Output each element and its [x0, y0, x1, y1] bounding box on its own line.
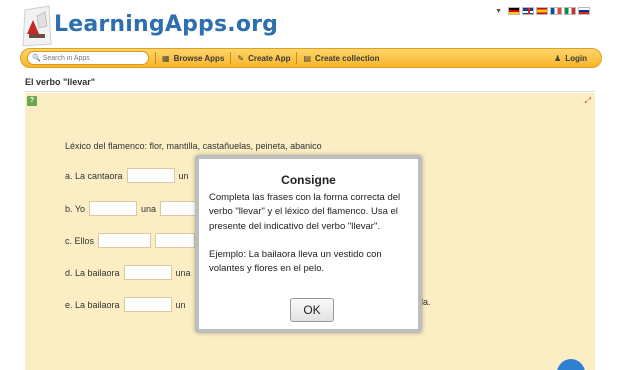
- row-after: un: [178, 170, 189, 181]
- nav-divider: [230, 52, 232, 64]
- row-label: e. La bailaora: [65, 299, 120, 310]
- search-box[interactable]: 🔍: [27, 51, 149, 65]
- grid-icon: ▦: [162, 53, 170, 63]
- vocabulary-text: Léxico del flamenco: flor, mantilla, cas…: [65, 141, 322, 151]
- search-icon: 🔍: [32, 55, 41, 62]
- browse-apps-link[interactable]: ▦ Browse Apps: [162, 54, 224, 63]
- title-divider: [25, 91, 595, 92]
- login-link[interactable]: ♟ Login: [554, 54, 587, 63]
- answer-field[interactable]: [123, 297, 172, 312]
- answer-field[interactable]: [98, 233, 152, 248]
- answer-field[interactable]: [123, 265, 172, 280]
- user-icon: ♟: [554, 53, 562, 63]
- dropdown-arrow-icon[interactable]: ▼: [495, 8, 502, 15]
- exercise-row: d. La bailaora una: [65, 265, 191, 280]
- nav-divider: [296, 52, 298, 64]
- exercise-row: a. La cantaora un: [65, 168, 189, 183]
- flag-italian-icon[interactable]: [564, 7, 576, 15]
- page-title: El verbo "llevar": [25, 77, 96, 87]
- create-app-label: Create App: [248, 53, 291, 63]
- collection-icon: ▤: [303, 53, 312, 63]
- flag-russian-icon[interactable]: [578, 7, 590, 15]
- header: LearningApps.org ▼: [0, 0, 620, 48]
- flag-german-icon[interactable]: [508, 7, 520, 15]
- exercise-row: c. Ellos: [65, 233, 199, 248]
- row-after: un: [175, 299, 186, 310]
- row-label: d. La bailaora: [65, 267, 120, 278]
- row-label: c. Ellos: [65, 235, 95, 246]
- flag-english-icon[interactable]: [522, 7, 534, 15]
- ok-button[interactable]: OK: [290, 298, 334, 322]
- pencil-icon: ✎: [237, 53, 245, 63]
- help-icon[interactable]: ?: [27, 96, 37, 106]
- logo-text[interactable]: LearningApps.org: [54, 12, 278, 37]
- login-label: Login: [565, 53, 587, 63]
- dialog-body: Completa las frases con la forma correct…: [209, 191, 414, 276]
- exercise-row: e. La bailaora un: [65, 297, 186, 312]
- dialog-instructions: Completa las frases con la forma correct…: [209, 192, 401, 232]
- dialog-example: Ejemplo: La bailaora lleva un vestido co…: [209, 248, 382, 275]
- instructions-dialog: Consigne Completa las frases con la form…: [195, 155, 422, 333]
- exercise-row: b. Yo una: [65, 201, 204, 216]
- logo-icon[interactable]: [19, 4, 53, 48]
- row-label: b. Yo: [65, 203, 86, 214]
- fullscreen-icon[interactable]: ⤢: [585, 96, 591, 106]
- flag-spanish-icon[interactable]: [536, 7, 548, 15]
- language-selector[interactable]: ▼: [495, 7, 590, 15]
- dialog-title: Consigne: [281, 173, 336, 187]
- row-after: una: [141, 203, 157, 214]
- nav-divider: [155, 52, 156, 64]
- answer-field[interactable]: [89, 201, 138, 216]
- search-input[interactable]: [42, 54, 143, 62]
- create-collection-label: Create collection: [315, 53, 380, 63]
- answer-field[interactable]: [126, 168, 175, 183]
- create-collection-link[interactable]: ▤ Create collection: [303, 54, 379, 63]
- answer-field[interactable]: [155, 233, 196, 248]
- flag-french-icon[interactable]: [550, 7, 562, 15]
- row-label: a. La cantaora: [65, 170, 123, 181]
- nav-bar: 🔍 ▦ Browse Apps ✎ Create App ▤ Create co…: [20, 48, 602, 68]
- create-app-link[interactable]: ✎ Create App: [237, 54, 290, 63]
- browse-apps-label: Browse Apps: [173, 53, 225, 63]
- action-button[interactable]: [557, 359, 585, 370]
- row-after: una: [175, 267, 191, 278]
